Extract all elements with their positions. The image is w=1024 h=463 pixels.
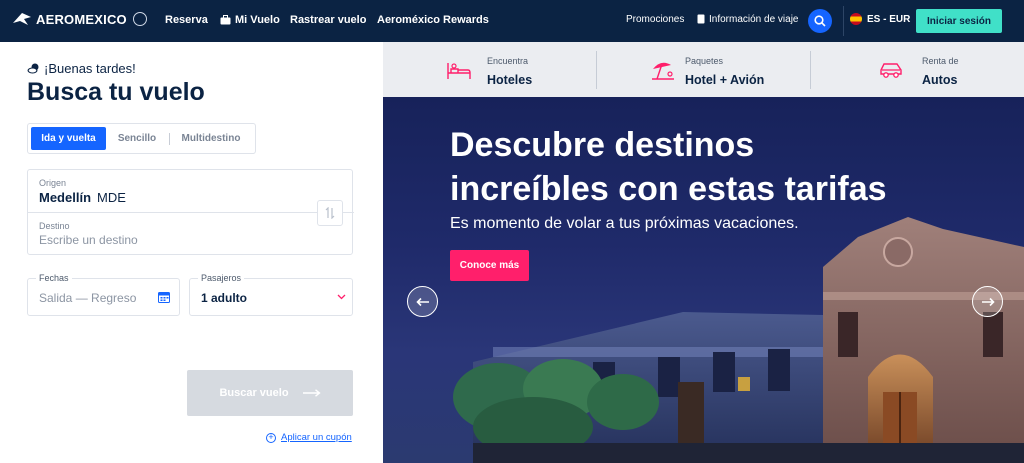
tab-ida-y-vuelta[interactable]: Ida y vuelta [31,127,106,150]
search-flight-button[interactable]: Buscar vuelo [187,370,353,416]
page-title: Busca tu vuelo [27,78,205,106]
weather-cloud-icon [27,63,39,74]
search-icon [814,15,826,27]
suitcase-icon [220,15,231,25]
nav-informacion-de-viaje[interactable]: Información de viaje [697,14,799,25]
aeromexico-logo[interactable]: AEROMEXICO [12,11,147,27]
dates-label: Fechas [36,273,72,283]
document-icon [697,14,705,24]
destination-input[interactable]: Escribe un destino [39,233,138,247]
nav-rastrear-vuelo[interactable]: Rastrear vuelo [290,14,366,26]
destination-label: Destino [39,221,70,231]
spain-flag-icon [850,13,862,25]
search-flight-label: Buscar vuelo [219,387,289,399]
nav-divider [843,6,844,36]
passengers-value: 1 adulto [201,291,248,305]
origin-destination-box: Origen Medellín MDE Destino Escribe un de… [27,169,354,255]
chevron-down-icon [337,294,346,300]
hero-subtitle: Es momento de volar a tus próximas vacac… [450,215,799,232]
service-autos-small: Renta de [922,56,959,66]
origin-code: MDE [97,190,126,205]
nav-mi-vuelo[interactable]: Mi Vuelo [220,14,280,26]
arrow-left-icon [415,297,429,306]
skyteam-icon [132,12,147,26]
beach-umbrella-icon [652,62,674,80]
nav-promociones[interactable]: Promociones [626,14,684,25]
greeting: ¡Buenas tardes! [27,61,136,76]
origin-city: Medellín [39,190,92,205]
dates-field[interactable]: Fechas Salida — Regreso [27,273,180,316]
arrow-right-icon [302,389,321,397]
origin-label: Origen [39,178,67,188]
origin-field[interactable]: Medellín MDE [39,190,126,205]
tab-multidestino[interactable]: Multidestino [176,127,246,150]
calendar-icon [158,292,170,303]
passengers-field[interactable]: Pasajeros 1 adulto [189,273,353,316]
nav-aeromexico-rewards[interactable]: Aeroméxico Rewards [377,14,489,26]
hero-title-line-2: increíbles con estas tarifas [450,170,887,208]
brand-name: AEROMEXICO [36,11,127,27]
service-hotel-avion[interactable]: Paquetes Hotel + Avión [597,42,811,97]
service-autos-title: Autos [922,73,958,87]
services-strip: Encuentra Hoteles Paquetes Hotel + Avión… [383,42,1024,97]
hero-title-line-1: Descubre destinos [450,126,755,164]
passengers-label: Pasajeros [198,273,245,283]
plus-circle-icon: + [266,432,276,443]
service-autos[interactable]: Renta de Autos [811,42,1024,97]
service-hoteles-title: Hoteles [487,73,533,87]
nav-info-label: Información de viaje [709,14,799,25]
field-divider [28,212,354,213]
service-paquetes-small: Paquetes [685,56,724,66]
swap-arrows-icon [325,207,335,219]
trip-type-tabs: Ida y vuelta Sencillo Multidestino [27,123,256,154]
search-button[interactable] [808,9,832,33]
service-paquetes-title: Hotel + Avión [685,73,765,87]
arrow-right-icon [981,297,995,306]
greeting-text: ¡Buenas tardes! [44,61,136,76]
top-navigation-bar: AEROMEXICO Reserva Mi Vuelo Rastrear vue… [0,0,1024,42]
eagle-knight-icon [13,13,31,25]
hero-banner: Descubre destinos increíbles con estas t… [383,97,1024,463]
swap-origin-destination-button[interactable] [317,200,343,226]
language-currency-label: ES - EUR [867,13,911,25]
apply-coupon-text: Aplicar un cupón [281,432,352,443]
hero-cta-button[interactable]: Conoce más [450,250,529,281]
login-button[interactable]: Iniciar sesión [916,9,1002,33]
apply-coupon-link[interactable]: + Aplicar un cupón [266,432,352,443]
hotel-bed-icon [447,63,471,79]
nav-mi-vuelo-label: Mi Vuelo [235,14,280,26]
nav-reserva[interactable]: Reserva [165,14,208,26]
car-icon [880,63,902,78]
carousel-next-button[interactable] [972,286,1003,317]
language-currency-selector[interactable]: ES - EUR [850,13,910,25]
dates-placeholder: Salida — Regreso [39,291,137,305]
service-hoteles-small: Encuentra [487,56,529,66]
tab-separator [169,133,170,145]
carousel-prev-button[interactable] [407,286,438,317]
tab-sencillo[interactable]: Sencillo [112,127,162,150]
service-hoteles[interactable]: Encuentra Hoteles [383,42,597,97]
hero-title: Descubre destinos increíbles con estas t… [450,123,887,211]
